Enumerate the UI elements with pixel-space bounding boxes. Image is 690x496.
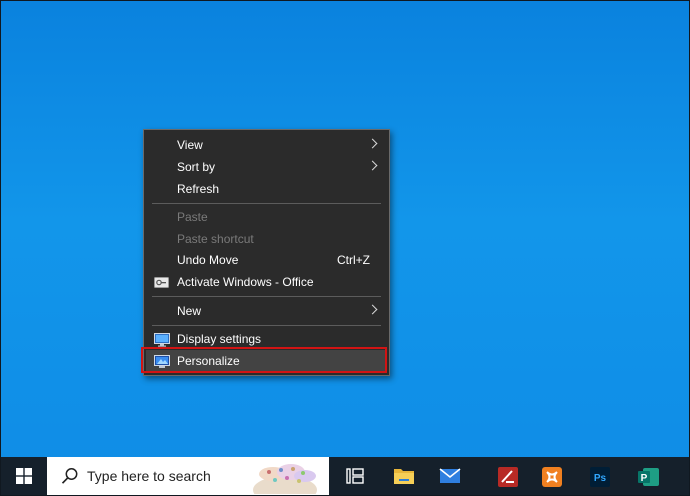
file-explorer-icon — [394, 469, 414, 484]
display-icon — [154, 332, 170, 347]
menu-item-personalize[interactable]: Personalize — [146, 350, 386, 372]
menu-item-label: Undo Move — [177, 253, 239, 267]
menu-item-label: Activate Windows - Office — [177, 275, 314, 289]
publisher-icon: P — [638, 468, 659, 486]
taskbar: Type here to search Ps P — [1, 457, 689, 495]
menu-separator — [152, 296, 381, 297]
search-box[interactable]: Type here to search — [47, 457, 329, 495]
menu-item-label: Paste — [177, 210, 208, 224]
desktop-context-menu: View Sort by Refresh Paste Paste shortcu… — [143, 129, 390, 376]
file-explorer-button[interactable] — [381, 457, 427, 495]
task-view-icon — [346, 468, 364, 484]
menu-item-view[interactable]: View — [146, 134, 386, 156]
start-button[interactable] — [1, 457, 47, 495]
menu-item-label: Sort by — [177, 160, 216, 174]
menu-separator — [152, 325, 381, 326]
photoshop-label: Ps — [594, 473, 607, 484]
submenu-arrow-icon — [367, 138, 378, 149]
search-placeholder: Type here to search — [87, 468, 211, 484]
menu-separator — [152, 203, 381, 204]
menu-item-refresh[interactable]: Refresh — [146, 178, 386, 200]
publisher-label: P — [641, 473, 648, 484]
menu-item-shortcut: Ctrl+Z — [337, 253, 370, 267]
publisher-button[interactable]: P — [625, 457, 671, 495]
menu-item-undo-move[interactable]: Undo Move Ctrl+Z — [146, 249, 386, 271]
search-icon — [61, 468, 78, 484]
menu-item-display-settings[interactable]: Display settings — [146, 328, 386, 350]
mail-icon — [439, 468, 461, 483]
search-highlight-illustration — [253, 464, 317, 494]
photoshop-button[interactable]: Ps — [577, 457, 623, 495]
personalize-icon — [154, 354, 170, 368]
menu-item-label: View — [177, 138, 203, 152]
menu-item-sort-by[interactable]: Sort by — [146, 156, 386, 178]
menu-item-label: Personalize — [177, 354, 240, 368]
filezilla-button[interactable] — [485, 457, 531, 495]
submenu-arrow-icon — [367, 304, 378, 315]
filezilla-icon — [498, 467, 518, 487]
mail-button[interactable] — [427, 457, 473, 495]
photoshop-icon: Ps — [590, 467, 610, 487]
task-view-button[interactable] — [333, 457, 379, 495]
menu-item-label: Display settings — [177, 332, 262, 346]
windows-start-icon — [16, 468, 32, 484]
menu-item-activate-windows[interactable]: Activate Windows - Office — [146, 271, 386, 293]
desktop[interactable]: View Sort by Refresh Paste Paste shortcu… — [0, 0, 690, 496]
menu-item-label: Paste shortcut — [177, 232, 254, 246]
menu-item-new[interactable]: New — [146, 300, 386, 322]
xampp-icon — [542, 467, 562, 487]
menu-item-paste-shortcut: Paste shortcut — [146, 228, 386, 250]
xampp-button[interactable] — [529, 457, 575, 495]
menu-item-label: Refresh — [177, 182, 220, 196]
menu-item-label: New — [177, 304, 202, 318]
menu-item-paste: Paste — [146, 206, 386, 228]
activation-icon — [154, 275, 170, 289]
submenu-arrow-icon — [367, 160, 378, 171]
